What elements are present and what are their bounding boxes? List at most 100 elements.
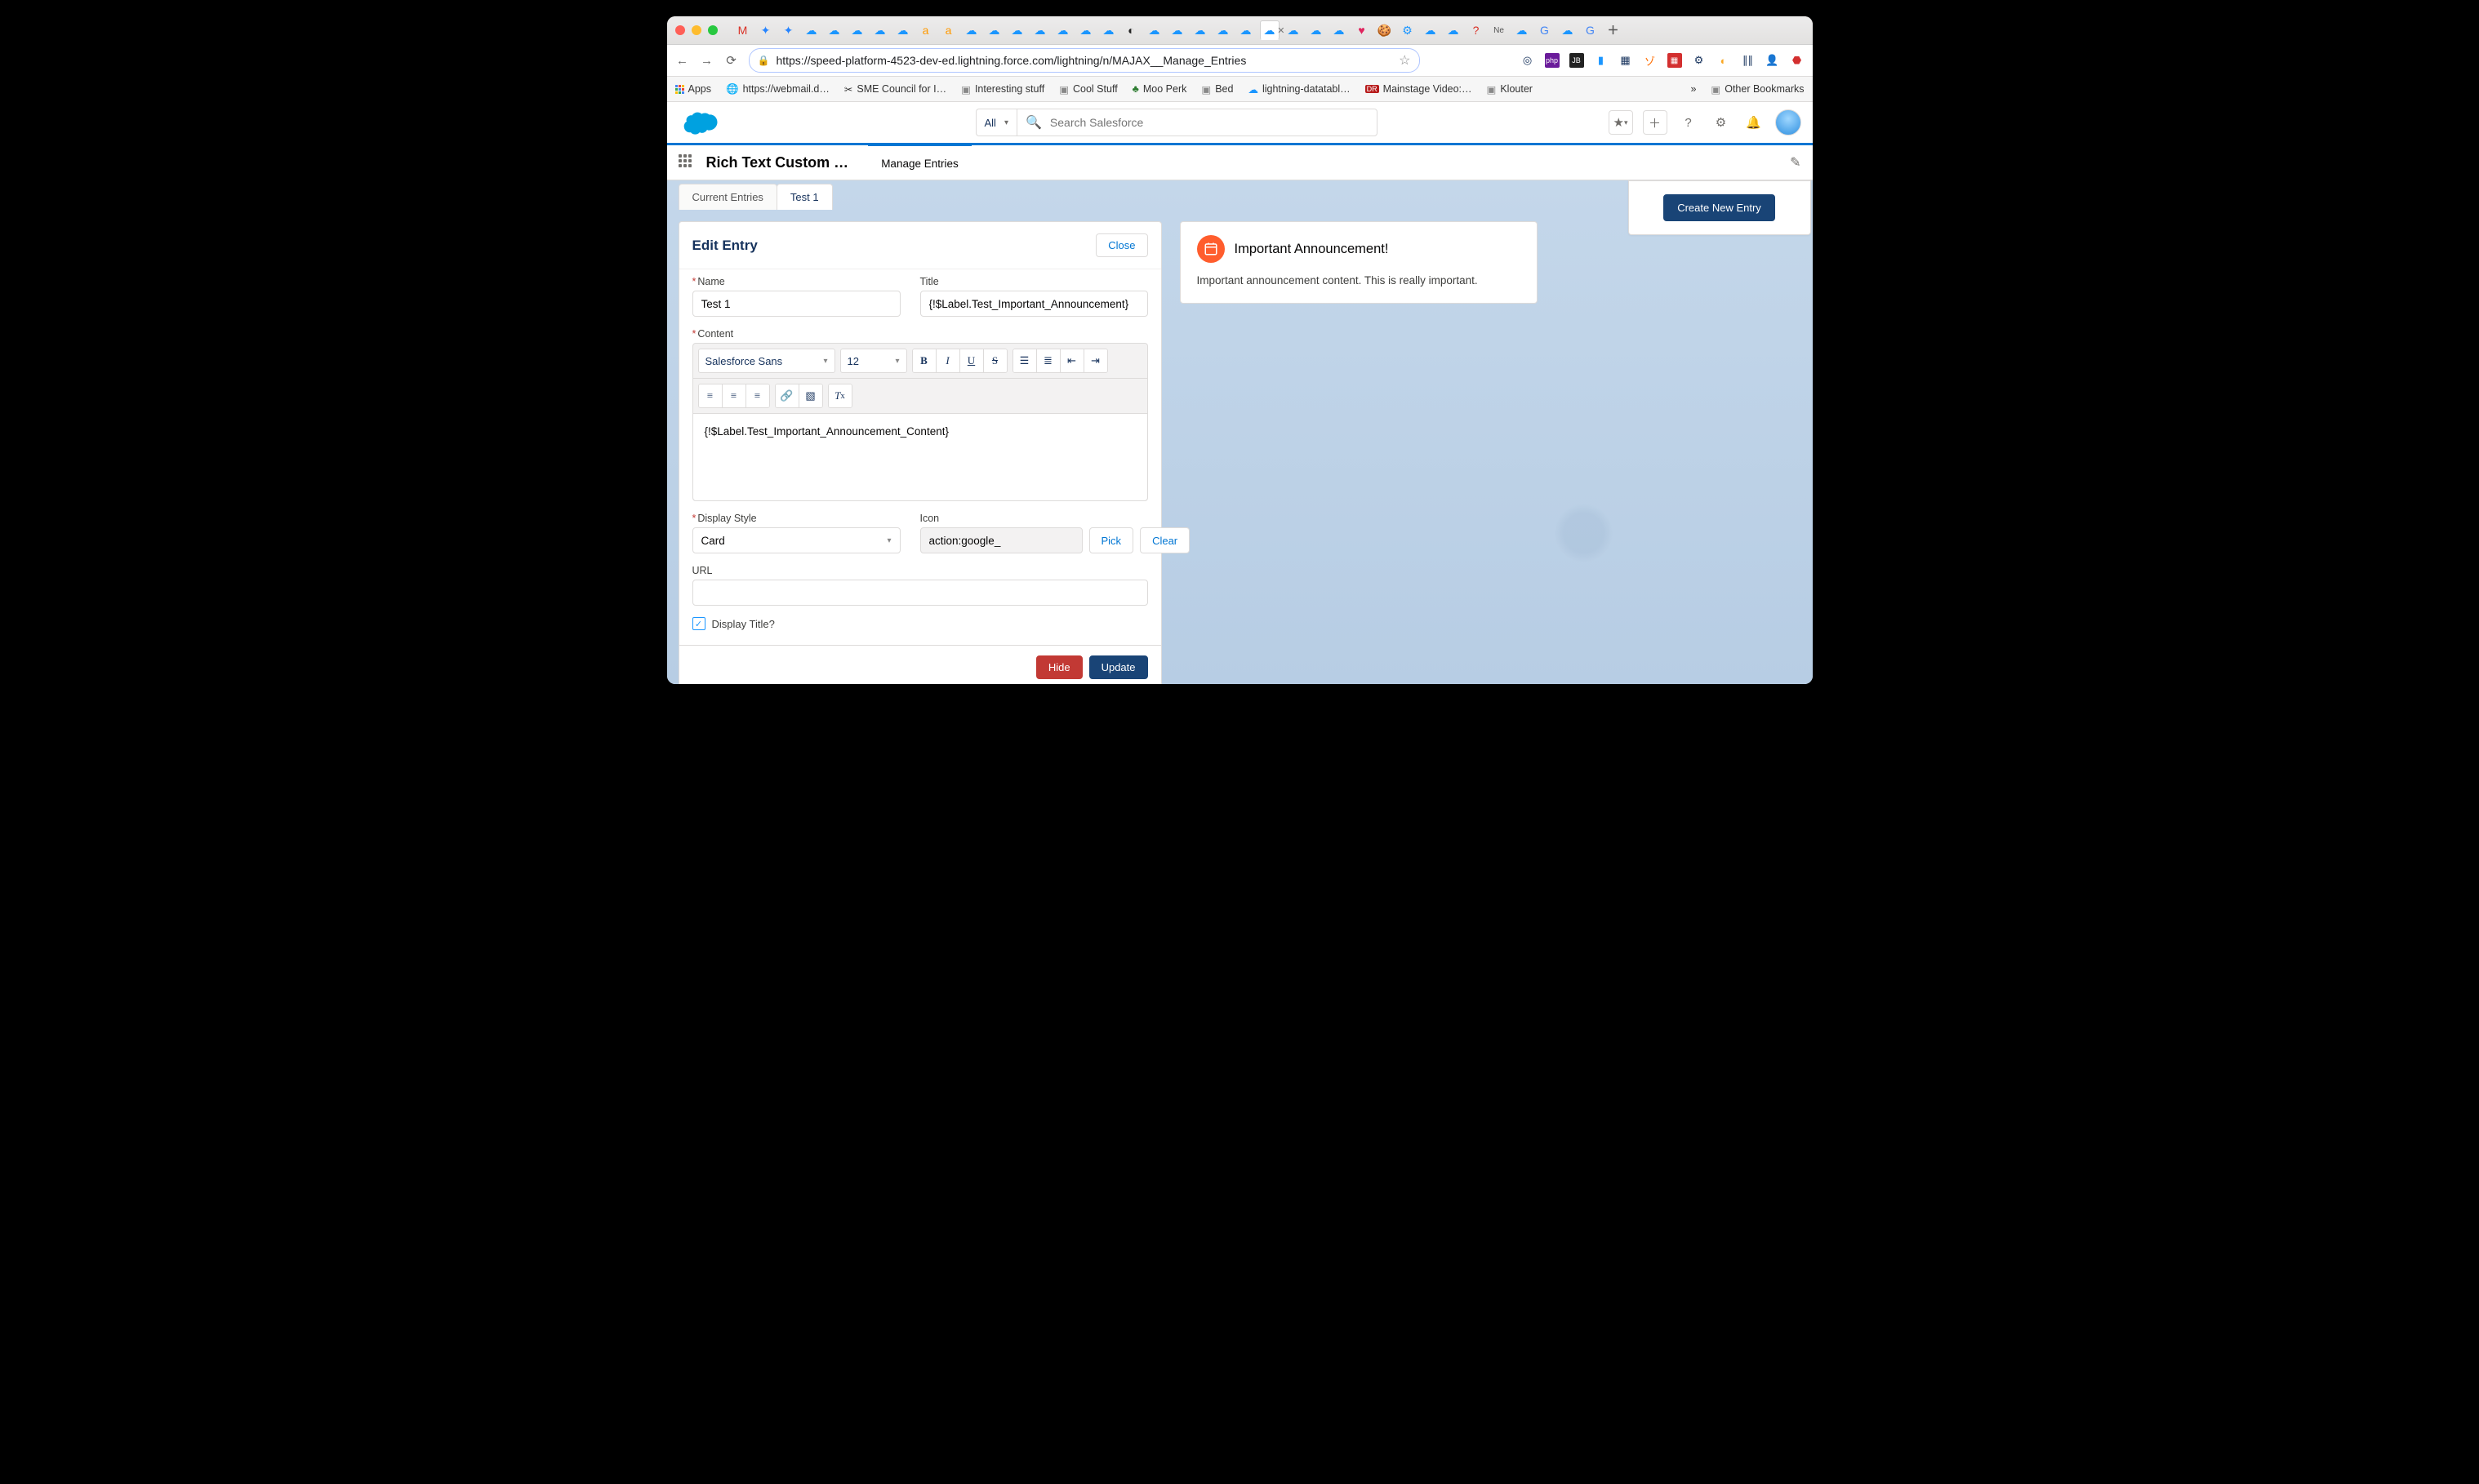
extension-icon[interactable]: ▦ [1667,53,1682,68]
minimize-window-icon[interactable] [692,25,701,35]
url-input[interactable] [692,580,1148,606]
browser-tab[interactable]: ☁ [1422,21,1440,39]
browser-tab[interactable]: a [917,21,935,39]
browser-tab[interactable]: ☁ [1031,21,1049,39]
image-icon[interactable]: ▧ [799,384,822,407]
browser-tab[interactable]: G [1582,21,1600,39]
notifications-bell-icon[interactable]: 🔔 [1742,111,1765,134]
rte-size-select[interactable]: 12▾ [840,349,907,373]
bookmark-folder[interactable]: ▣Bed [1201,83,1233,96]
browser-tab[interactable]: ☁ [1284,21,1302,39]
forward-icon[interactable]: → [700,53,714,68]
browser-tab[interactable]: ☁ [894,21,912,39]
omnibox[interactable]: 🔒 https://speed-platform-4523-dev-ed.lig… [749,48,1420,73]
bookmark-item[interactable]: Apps [675,83,712,95]
indent-icon[interactable]: ⇥ [1084,349,1107,372]
browser-tab[interactable]: ☁ [1077,21,1095,39]
close-button[interactable]: Close [1096,233,1147,257]
align-left-icon[interactable]: ≡ [699,384,723,407]
extension-icon[interactable]: ⬣ [1790,53,1805,68]
rte-content[interactable]: {!$Label.Test_Important_Announcement_Con… [693,414,1147,500]
browser-tab[interactable]: ☁ [1559,21,1577,39]
browser-tab[interactable]: 🍪 [1376,21,1394,39]
extension-icon[interactable]: ⚙ [1692,53,1707,68]
search-scope-select[interactable]: All [976,109,1017,136]
browser-tab[interactable]: ✦ [780,21,798,39]
bookmark-item[interactable]: ✂SME Council for I… [844,83,946,96]
reload-icon[interactable]: ⟳ [724,53,739,68]
profile-avatar-icon[interactable]: 👤 [1765,53,1780,68]
browser-tab[interactable]: ☁ [1237,21,1255,39]
nav-tab-manage-entries[interactable]: Manage Entries [868,144,972,180]
back-icon[interactable]: ← [675,53,690,68]
browser-tab[interactable]: M [734,21,752,39]
browser-tab[interactable]: ☁ [1191,21,1209,39]
display-style-select[interactable]: Card▾ [692,527,901,553]
bullet-list-icon[interactable]: ☰ [1013,349,1037,372]
browser-tab[interactable]: ☁ [1100,21,1118,39]
display-title-checkbox-row[interactable]: ✓ Display Title? [692,614,1148,645]
bold-icon[interactable]: B [913,349,937,372]
italic-icon[interactable]: I [937,349,960,372]
browser-tab[interactable]: ☁ [1330,21,1348,39]
browser-tab[interactable]: ☁ [848,21,866,39]
underline-icon[interactable]: U [960,349,984,372]
new-tab-button[interactable]: ＋ [1604,21,1622,39]
browser-tab[interactable]: ◐ [1123,21,1141,39]
zoom-window-icon[interactable] [708,25,718,35]
browser-tab[interactable]: ☁ [1054,21,1072,39]
browser-tab[interactable]: ♥ [1353,21,1371,39]
subtab-test-1[interactable]: Test 1 [777,184,833,210]
number-list-icon[interactable]: ≣ [1037,349,1061,372]
browser-tab[interactable]: ☁ [1214,21,1232,39]
browser-tab[interactable]: a [940,21,958,39]
browser-tab[interactable]: ☁ [803,21,821,39]
clear-format-icon[interactable]: Tx [829,384,852,407]
align-center-icon[interactable]: ≡ [723,384,746,407]
close-window-icon[interactable] [675,25,685,35]
browser-tab[interactable]: ☁ [986,21,1004,39]
browser-tab[interactable]: ☁ [1444,21,1462,39]
rte-font-select[interactable]: Salesforce Sans▾ [698,349,835,373]
bookmark-star-icon[interactable]: ☆ [1399,52,1410,69]
extension-icon[interactable]: ∥∥ [1741,53,1756,68]
global-actions-button[interactable]: ＋ [1643,110,1667,135]
align-right-icon[interactable]: ≡ [746,384,769,407]
bookmarks-overflow[interactable]: » [1690,83,1696,95]
app-launcher-icon[interactable] [679,154,695,171]
extension-icon[interactable]: php [1545,53,1560,68]
bookmark-folder[interactable]: ▣Klouter [1487,83,1533,96]
update-button[interactable]: Update [1089,655,1148,679]
name-input[interactable] [692,291,901,317]
extension-icon[interactable]: ▦ [1618,53,1633,68]
bookmark-item[interactable]: DRMainstage Video:… [1365,83,1472,95]
favorites-button[interactable]: ★▾ [1609,110,1633,135]
bookmark-item[interactable]: ☁lightning-datatabl… [1248,83,1350,96]
browser-tab[interactable]: ☁ [1168,21,1186,39]
pick-button[interactable]: Pick [1089,527,1134,553]
browser-tab[interactable]: ☁ [1146,21,1164,39]
setup-gear-icon[interactable]: ⚙ [1710,111,1733,134]
browser-tab[interactable]: ☁ [1307,21,1325,39]
bookmark-item[interactable]: ♣Moo Perk [1133,83,1187,95]
outdent-icon[interactable]: ⇤ [1061,349,1084,372]
checkbox-icon[interactable]: ✓ [692,617,705,630]
hide-button[interactable]: Hide [1036,655,1083,679]
browser-tab[interactable]: ✦ [757,21,775,39]
user-avatar[interactable] [1775,109,1801,136]
browser-tab[interactable]: Ne [1490,21,1508,39]
create-new-entry-button[interactable]: Create New Entry [1663,194,1775,221]
browser-tab[interactable]: ☁ [826,21,843,39]
browser-tab[interactable]: ☁ [963,21,981,39]
title-input[interactable] [920,291,1148,317]
browser-tab[interactable]: ? [1467,21,1485,39]
subtab-current-entries[interactable]: Current Entries [679,184,777,210]
extension-icon[interactable]: ◐ [1716,53,1731,68]
browser-tab[interactable]: ☁ [871,21,889,39]
bookmark-item[interactable]: 🌐https://webmail.d… [726,83,830,96]
browser-tab-active[interactable]: ☁✕ [1260,20,1280,40]
other-bookmarks[interactable]: ▣Other Bookmarks [1711,83,1804,96]
browser-tab[interactable]: ⚙ [1399,21,1417,39]
extension-icon[interactable]: ▮ [1594,53,1609,68]
link-icon[interactable]: 🔗 [776,384,799,407]
